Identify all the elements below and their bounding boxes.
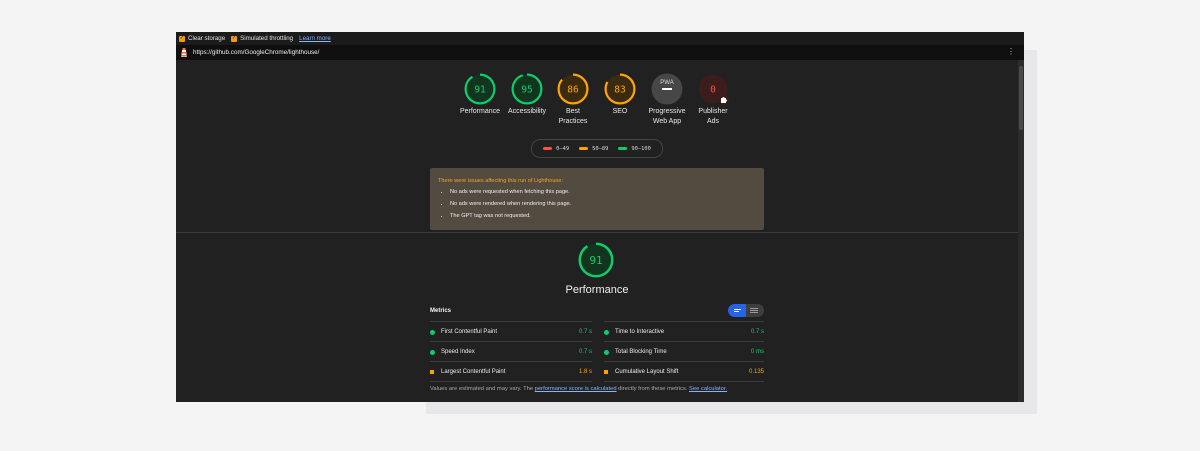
metric-item: Cumulative Layout Shift 0.135 bbox=[604, 366, 764, 378]
gauge-score: 91 bbox=[474, 85, 486, 96]
list-icon-line bbox=[734, 311, 739, 312]
metric-divider bbox=[604, 341, 764, 342]
report-url[interactable]: https://github.com/GoogleChrome/lighthou… bbox=[193, 49, 319, 56]
pwa-dash-icon bbox=[662, 88, 672, 90]
metric-item: Largest Contentful Paint 1.8 s bbox=[430, 366, 592, 378]
metric-name: First Contentful Paint bbox=[441, 329, 498, 335]
warning-item: No ads were rendered when rendering this… bbox=[450, 201, 571, 208]
gauge-score: 95 bbox=[521, 85, 533, 96]
metric-item: Total Blocking Time 0 ms bbox=[604, 346, 764, 358]
warning-box: There were issues affecting this run of … bbox=[430, 168, 764, 230]
scrollbar[interactable] bbox=[1018, 60, 1024, 402]
clear-storage-option[interactable]: ✓ Clear storage bbox=[179, 35, 225, 42]
category-label-line: Publisher bbox=[698, 108, 728, 115]
legend-range: 50–89 bbox=[592, 145, 609, 152]
footnote-middle: directly from these metrics. bbox=[616, 386, 690, 392]
score-legend: 0–49 50–89 90–100 bbox=[531, 139, 663, 158]
metric-value: 0.7 s bbox=[578, 349, 592, 355]
url-bar: https://github.com/GoogleChrome/lighthou… bbox=[176, 45, 1024, 60]
scrollbar-thumb[interactable] bbox=[1019, 66, 1023, 130]
metric-item: First Contentful Paint 0.7 s bbox=[430, 326, 592, 338]
average-square-icon bbox=[430, 370, 434, 374]
metric-name: Time to Interactive bbox=[615, 329, 665, 335]
metric-divider bbox=[430, 321, 592, 322]
checkbox-icon[interactable]: ✓ bbox=[231, 35, 238, 42]
pass-circle-icon bbox=[604, 329, 609, 335]
score-calculation-link[interactable]: performance score is calculated bbox=[535, 386, 617, 392]
performance-title: Performance bbox=[565, 284, 629, 296]
category-label: Publisher Ads bbox=[683, 107, 743, 126]
category-gauge[interactable]: 0 Publisher Ads bbox=[683, 73, 743, 126]
score-gauge: 0 bbox=[697, 73, 729, 105]
legend-item: 90–100 bbox=[618, 145, 651, 152]
gauge-score: 91 bbox=[589, 254, 602, 267]
expanded-view-icon-line bbox=[750, 312, 758, 313]
category-label-line: Practices bbox=[558, 117, 588, 125]
metric-divider bbox=[430, 361, 592, 362]
footnote-prefix: Values are estimated and may vary. The bbox=[430, 386, 535, 392]
metric-item: Time to Interactive 0.7 s bbox=[604, 326, 764, 338]
metrics-footnote: Values are estimated and may vary. The p… bbox=[430, 386, 727, 392]
pwa-badge-icon: PWA bbox=[651, 73, 683, 105]
clear-storage-label: Clear storage bbox=[188, 35, 226, 42]
warning-list: No ads were requested when fetching this… bbox=[438, 184, 571, 220]
metric-value: 0 ms bbox=[750, 349, 764, 355]
lighthouse-logo-icon bbox=[181, 48, 187, 57]
pass-circle-icon bbox=[430, 329, 435, 335]
warning-item: The GPT tag was not requested. bbox=[450, 213, 571, 220]
metric-divider bbox=[604, 361, 764, 362]
metric-name: Total Blocking Time bbox=[615, 349, 667, 355]
legend-swatch bbox=[543, 147, 553, 150]
legend-swatch bbox=[618, 147, 628, 150]
metric-divider bbox=[604, 321, 764, 322]
score-gauge: 95 bbox=[511, 73, 543, 105]
metric-value: 0.7 s bbox=[750, 329, 764, 335]
compact-view-toggle[interactable] bbox=[728, 304, 746, 317]
pass-circle-icon bbox=[604, 349, 609, 355]
score-gauge: 83 bbox=[604, 73, 636, 105]
gauge-score: 86 bbox=[567, 85, 579, 96]
average-square-icon bbox=[604, 370, 608, 374]
expanded-view-icon-line bbox=[750, 310, 758, 311]
legend-item: 50–89 bbox=[579, 146, 608, 152]
metric-name: Cumulative Layout Shift bbox=[615, 369, 679, 375]
score-gauge: 91 bbox=[464, 73, 496, 105]
metric-value: 1.8 s bbox=[578, 369, 592, 375]
metric-value: 0.7 s bbox=[578, 329, 592, 335]
category-label-line: Ads bbox=[706, 117, 720, 125]
metrics-heading: Metrics bbox=[430, 308, 452, 314]
legend-range: 0–49 bbox=[556, 145, 570, 152]
score-gauge: 86 bbox=[557, 73, 589, 105]
legend-range: 90–100 bbox=[631, 145, 651, 152]
metric-divider bbox=[604, 381, 764, 382]
legend-swatch bbox=[579, 147, 589, 150]
kebab-menu-icon[interactable]: ⋮ bbox=[1007, 48, 1015, 56]
legend-item: 0–49 bbox=[543, 146, 569, 152]
score-gauge: 91 bbox=[578, 242, 614, 278]
simulated-throttling-label: Simulated throttling bbox=[240, 35, 294, 42]
gauge-score: 83 bbox=[614, 85, 626, 96]
metric-name: Speed Index bbox=[441, 349, 475, 355]
simulated-throttling-option[interactable]: ✓ Simulated throttling bbox=[231, 35, 293, 42]
metric-name: Largest Contentful Paint bbox=[441, 369, 506, 375]
lighthouse-report-frame: ✓ Clear storage ✓ Simulated throttling L… bbox=[176, 32, 1024, 402]
see-calculator-link[interactable]: See calculator. bbox=[689, 386, 727, 392]
metric-value: 0.135 bbox=[748, 369, 764, 375]
expanded-view-icon[interactable] bbox=[750, 308, 758, 309]
metric-divider bbox=[430, 381, 592, 382]
checkbox-icon[interactable]: ✓ bbox=[179, 35, 185, 42]
report-toolbar: ✓ Clear storage ✓ Simulated throttling L… bbox=[176, 32, 1024, 45]
list-icon bbox=[734, 309, 741, 310]
learn-more-link[interactable]: Learn more bbox=[299, 35, 331, 42]
metrics-view-toggle[interactable] bbox=[728, 304, 764, 317]
section-divider bbox=[176, 232, 1018, 233]
metric-divider bbox=[430, 341, 592, 342]
pwa-badge-text: PWA bbox=[660, 80, 673, 86]
warning-item: No ads were requested when fetching this… bbox=[450, 189, 571, 196]
performance-gauge[interactable]: 91 bbox=[578, 242, 614, 283]
gauge-score: 0 bbox=[710, 85, 716, 96]
pass-circle-icon bbox=[430, 349, 435, 355]
metric-item: Speed Index 0.7 s bbox=[430, 346, 592, 358]
